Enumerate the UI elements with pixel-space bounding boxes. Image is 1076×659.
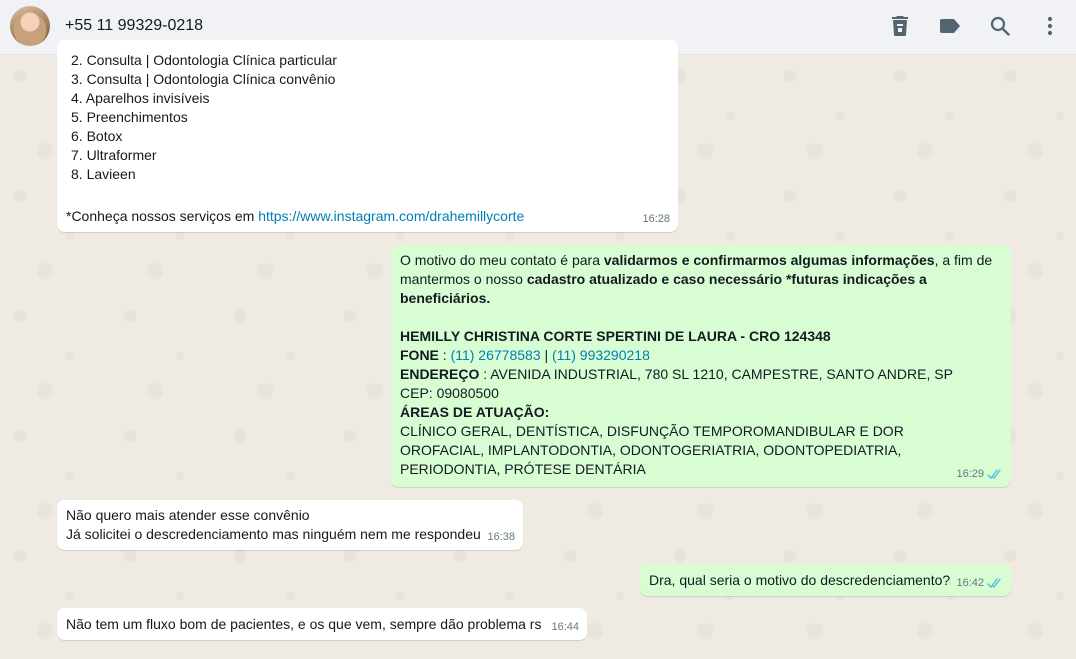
bold-text: HEMILLY CHRISTINA CORTE SPERTINI DE LAUR… <box>400 328 831 344</box>
message-text: Não quero mais atender esse convênio <box>66 507 310 523</box>
list-item: 8. Lavieen <box>71 166 136 182</box>
message-intro: O motivo do meu contato é para validarmo… <box>400 251 1000 308</box>
label-icon[interactable] <box>938 14 962 38</box>
message-outgoing[interactable]: O motivo do meu contato é para validarmo… <box>391 245 1011 487</box>
message-meta: 16:29 <box>956 465 1003 484</box>
professional-name: HEMILLY CHRISTINA CORTE SPERTINI DE LAUR… <box>400 327 1002 346</box>
instagram-link[interactable]: https://www.instagram.com/drahemillycort… <box>258 208 524 224</box>
areas-value: CLÍNICO GERAL, DENTÍSTICA, DISFUNÇÃO TEM… <box>400 423 904 477</box>
footer-text: *Conheça nossos serviços em <box>66 208 259 224</box>
list-item: 6. Botox <box>71 128 123 144</box>
message-incoming[interactable]: Não quero mais atender esse convênio Já … <box>57 500 523 550</box>
list-item: 7. Ultraformer <box>71 147 157 163</box>
message-outgoing[interactable]: Dra, qual seria o motivo do descredencia… <box>640 564 1011 596</box>
message-text: Já solicitei o descredenciamento mas nin… <box>66 526 481 542</box>
delete-icon[interactable] <box>888 14 912 38</box>
message-meta: 16:28 <box>642 210 670 229</box>
list-item: 4. Aparelhos invisíveis <box>71 90 210 106</box>
phone-line: FONE : (11) 26778583 | (11) 993290218 <box>400 346 1002 365</box>
bold-text: ÁREAS DE ATUAÇÃO: <box>400 404 550 420</box>
areas-label: ÁREAS DE ATUAÇÃO: <box>400 403 1002 422</box>
address-value: : AVENIDA INDUSTRIAL, 780 SL 1210, CAMPE… <box>400 366 953 401</box>
message-meta: 16:44 <box>551 618 579 637</box>
message-incoming[interactable]: 2. Consulta | Odontologia Clínica partic… <box>57 40 678 232</box>
message-time: 16:29 <box>956 468 984 480</box>
read-ticks-icon <box>987 469 1001 480</box>
message-meta: 16:42 <box>956 574 1003 593</box>
address-label: ENDEREÇO <box>400 366 480 382</box>
list-item: 2. Consulta | Odontologia Clínica partic… <box>71 52 337 68</box>
text-span: | <box>540 347 553 363</box>
more-icon[interactable] <box>1038 14 1062 38</box>
message-text: Dra, qual seria o motivo do descredencia… <box>649 572 951 588</box>
message-footer-text: *Conheça nossos serviços em https://www.… <box>66 207 524 226</box>
message-time: 16:28 <box>642 213 670 225</box>
text-span: O motivo do meu contato é para <box>400 252 604 268</box>
message-time: 16:38 <box>487 531 515 543</box>
message-time: 16:44 <box>551 621 579 633</box>
message-text: Não tem um fluxo bom de pacientes, e os … <box>66 616 542 632</box>
phone-label: FONE <box>400 347 439 363</box>
contact-avatar[interactable] <box>10 6 50 46</box>
contact-name[interactable]: +55 11 99329-0218 <box>65 17 203 35</box>
phone-link[interactable]: (11) 26778583 <box>451 347 541 363</box>
message-incoming[interactable]: Não tem um fluxo bom de pacientes, e os … <box>57 608 587 640</box>
list-item: 5. Preenchimentos <box>71 109 188 125</box>
list-item: 3. Consulta | Odontologia Clínica convên… <box>71 71 336 87</box>
search-icon[interactable] <box>988 14 1012 38</box>
message-time: 16:42 <box>956 577 984 589</box>
message-meta: 16:38 <box>487 528 515 547</box>
read-ticks-icon <box>987 578 1001 589</box>
text-span: : <box>438 347 451 363</box>
phone-link[interactable]: (11) 993290218 <box>552 347 650 363</box>
address-line: ENDEREÇO : AVENIDA INDUSTRIAL, 780 SL 12… <box>400 365 960 403</box>
bold-text: validarmos e confirmarmos algumas inform… <box>603 252 935 268</box>
services-list: 2. Consulta | Odontologia Clínica partic… <box>71 51 669 184</box>
